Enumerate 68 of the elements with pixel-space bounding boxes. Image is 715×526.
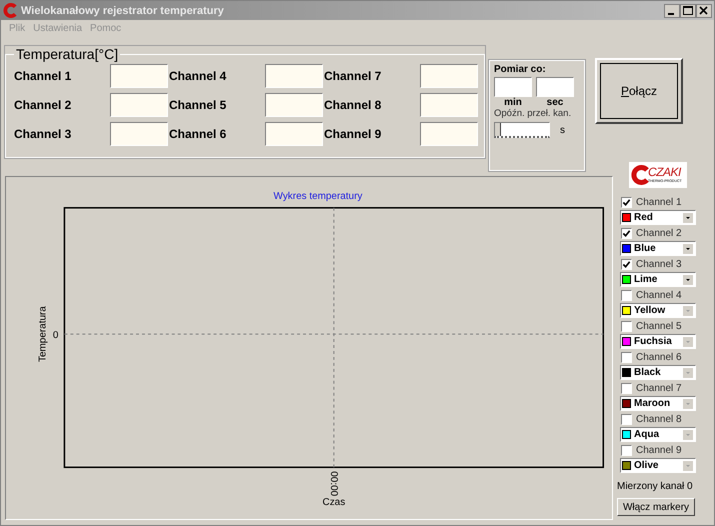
checkbox[interactable] [621, 258, 632, 270]
checkbox[interactable] [621, 228, 632, 238]
checkbox-label: Channel 2 [636, 228, 682, 238]
group-title: Temperatura[°C] [15, 46, 120, 62]
field-label: min [504, 97, 522, 108]
checkbox-label: Channel 7 [636, 382, 682, 394]
x-axis-label: Czas [322, 497, 346, 508]
markers-button[interactable]: Włącz markery [617, 498, 695, 516]
channel-label: Channel 4 [169, 69, 226, 83]
channel-label: Channel 1 [14, 69, 72, 83]
y-tick-label: 0 [52, 330, 58, 342]
temperature-field[interactable] [265, 122, 323, 146]
unit-label: s [560, 124, 565, 136]
close-button[interactable] [696, 4, 712, 18]
minutes-field[interactable] [494, 77, 532, 97]
checkbox[interactable] [621, 196, 632, 208]
color-dropdown[interactable]: Black [620, 365, 696, 380]
checkbox-label: Channel 5 [636, 320, 682, 332]
color-dropdown[interactable]: Aqua [620, 427, 696, 442]
channel-label: Channel 3 [14, 127, 72, 141]
checkbox-label: Channel 3 [636, 258, 682, 270]
temperature-field[interactable] [420, 64, 478, 88]
checkbox[interactable] [621, 352, 632, 362]
field-label: sec [546, 97, 564, 108]
checkbox[interactable] [621, 290, 632, 300]
color-dropdown[interactable]: Maroon [620, 396, 696, 411]
channel-label: Channel 9 [324, 127, 382, 141]
logo-name: CZAKI [648, 166, 682, 179]
temperature-field[interactable] [110, 64, 168, 88]
connect-button[interactable]: Połącz [595, 58, 683, 124]
chart-title: Wykres temperatury [274, 190, 362, 202]
color-dropdown[interactable]: Lime [620, 272, 696, 287]
y-axis-label: Temperatura [38, 306, 49, 362]
channel-label: Channel 2 [14, 98, 72, 112]
app-logo-icon [3, 3, 18, 18]
temperature-field[interactable] [420, 93, 478, 117]
checkbox-label: Channel 8 [636, 414, 682, 424]
maximize-button[interactable] [680, 4, 696, 18]
checkbox-label: Channel 9 [636, 444, 682, 456]
checkbox[interactable] [621, 444, 632, 456]
temperature-field[interactable] [265, 64, 323, 88]
checkbox[interactable] [621, 414, 632, 424]
channel-label: Channel 6 [169, 127, 226, 141]
checkbox-label: Channel 4 [636, 290, 682, 300]
group-title: Pomiar co: [494, 64, 547, 75]
window-title: Wielokanałowy rejestrator temperatury [21, 4, 224, 16]
color-dropdown[interactable]: Yellow [620, 303, 696, 318]
channel-label: Channel 5 [169, 98, 226, 112]
checkbox-label: Channel 6 [636, 352, 682, 362]
color-dropdown[interactable]: Blue [620, 241, 696, 256]
color-dropdown[interactable]: Fuchsia [620, 334, 696, 349]
x-tick-label: 00:00 [328, 471, 339, 496]
checkbox[interactable] [621, 382, 632, 394]
status-text: Mierzony kanał 0 [617, 481, 694, 492]
checkbox-label: Channel 1 [636, 196, 682, 208]
temperature-field[interactable] [110, 93, 168, 117]
color-dropdown[interactable]: Olive [620, 458, 696, 473]
temperature-field[interactable] [420, 122, 478, 146]
temperature-field[interactable] [265, 93, 323, 117]
minimize-button[interactable] [664, 4, 680, 18]
channel-label: Channel 7 [324, 69, 382, 83]
color-dropdown[interactable]: Red [620, 210, 696, 225]
temperature-field[interactable] [110, 122, 168, 146]
delay-slider[interactable] [494, 122, 550, 138]
checkbox[interactable] [621, 320, 632, 332]
seconds-field[interactable] [536, 77, 574, 97]
delay-label: Opóźn. przeł. kan. [494, 108, 572, 119]
channel-label: Channel 8 [324, 98, 382, 112]
